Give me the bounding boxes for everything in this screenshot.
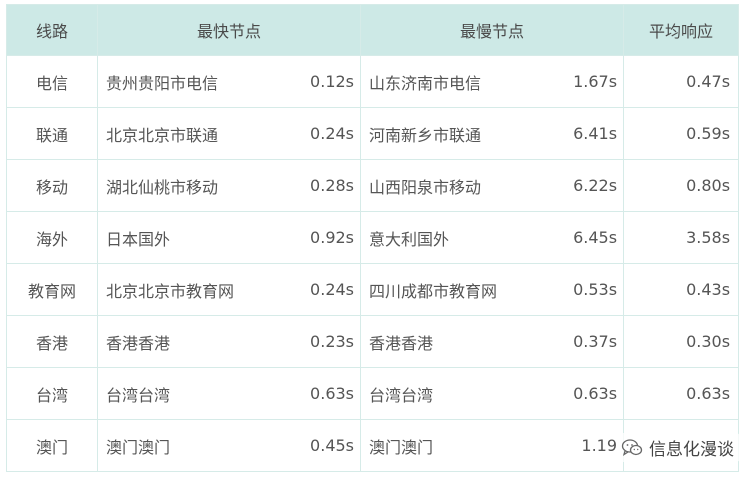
cell-slow-time: 0.37s	[564, 315, 625, 368]
cell-fast-node: 贵州贵阳市电信	[97, 55, 302, 108]
cell-slow-node: 澳门澳门	[360, 419, 565, 472]
speed-test-table: 线路 最快节点 最慢节点 平均响应 电信 贵州贵阳市电信 0.12s 山东济南市…	[6, 4, 740, 472]
cell-slow-time: 6.41s	[564, 107, 625, 160]
header-slowest-node: 最慢节点	[360, 4, 625, 56]
wechat-icon	[621, 438, 643, 458]
table-row: 香港 香港香港 0.23s 香港香港 0.37s 0.30s	[6, 315, 740, 368]
cell-fast-node: 澳门澳门	[97, 419, 302, 472]
cell-slow-node: 台湾台湾	[360, 367, 565, 420]
cell-slow-node: 山东济南市电信	[360, 55, 565, 108]
cell-fast-time: 0.28s	[301, 159, 362, 212]
cell-fast-time: 0.24s	[301, 107, 362, 160]
cell-slow-node: 四川成都市教育网	[360, 263, 565, 316]
header-avg-response: 平均响应	[623, 4, 740, 56]
cell-line: 台湾	[6, 367, 98, 420]
cell-slow-time: 6.22s	[564, 159, 625, 212]
cell-avg: 0.43s	[623, 263, 740, 316]
cell-avg: 0.47s	[623, 55, 740, 108]
cell-line: 电信	[6, 55, 98, 108]
cell-line: 澳门	[6, 419, 98, 472]
cell-fast-node: 香港香港	[97, 315, 302, 368]
cell-slow-node: 山西阳泉市移动	[360, 159, 565, 212]
cell-avg: 0.80s	[623, 159, 740, 212]
cell-fast-time: 0.45s	[301, 419, 362, 472]
cell-line: 教育网	[6, 263, 98, 316]
cell-line: 香港	[6, 315, 98, 368]
cell-fast-time: 0.92s	[301, 211, 362, 264]
cell-avg: 0.59s	[623, 107, 740, 160]
cell-slow-node: 河南新乡市联通	[360, 107, 565, 160]
watermark: 信息化漫谈	[617, 433, 740, 462]
cell-avg: 0.30s	[623, 315, 740, 368]
cell-fast-node: 湖北仙桃市移动	[97, 159, 302, 212]
cell-avg: 0.63s	[623, 367, 740, 420]
header-row: 线路 最快节点 最慢节点 平均响应	[6, 4, 740, 56]
cell-fast-time: 0.63s	[301, 367, 362, 420]
cell-fast-node: 北京北京市联通	[97, 107, 302, 160]
cell-slow-node: 意大利国外	[360, 211, 565, 264]
cell-slow-time: 0.63s	[564, 367, 625, 420]
cell-fast-time: 0.24s	[301, 263, 362, 316]
header-fastest-node: 最快节点	[96, 4, 362, 56]
table-row: 台湾 台湾台湾 0.63s 台湾台湾 0.63s 0.63s	[6, 367, 740, 420]
cell-avg: 3.58s	[623, 211, 740, 264]
cell-slow-time: 1.67s	[564, 55, 625, 108]
table-body: 电信 贵州贵阳市电信 0.12s 山东济南市电信 1.67s 0.47s 联通 …	[6, 55, 740, 472]
cell-line: 海外	[6, 211, 98, 264]
cell-fast-time: 0.23s	[301, 315, 362, 368]
cell-line: 联通	[6, 107, 98, 160]
header-line: 线路	[6, 4, 98, 56]
cell-fast-time: 0.12s	[301, 55, 362, 108]
table-row: 移动 湖北仙桃市移动 0.28s 山西阳泉市移动 6.22s 0.80s	[6, 159, 740, 212]
cell-slow-node: 香港香港	[360, 315, 565, 368]
cell-fast-node: 北京北京市教育网	[97, 263, 302, 316]
table-header: 线路 最快节点 最慢节点 平均响应	[6, 4, 740, 56]
cell-slow-time: 6.45s	[564, 211, 625, 264]
watermark-text: 信息化漫谈	[649, 440, 734, 460]
cell-slow-time: 1.19	[564, 419, 625, 472]
table-row: 海外 日本国外 0.92s 意大利国外 6.45s 3.58s	[6, 211, 740, 264]
cell-line: 移动	[6, 159, 98, 212]
cell-slow-time: 0.53s	[564, 263, 625, 316]
table-row: 教育网 北京北京市教育网 0.24s 四川成都市教育网 0.53s 0.43s	[6, 263, 740, 316]
cell-fast-node: 日本国外	[97, 211, 302, 264]
speed-test-table-container: 线路 最快节点 最慢节点 平均响应 电信 贵州贵阳市电信 0.12s 山东济南市…	[6, 4, 740, 472]
cell-fast-node: 台湾台湾	[97, 367, 302, 420]
table-row: 联通 北京北京市联通 0.24s 河南新乡市联通 6.41s 0.59s	[6, 107, 740, 160]
table-row: 电信 贵州贵阳市电信 0.12s 山东济南市电信 1.67s 0.47s	[6, 55, 740, 108]
